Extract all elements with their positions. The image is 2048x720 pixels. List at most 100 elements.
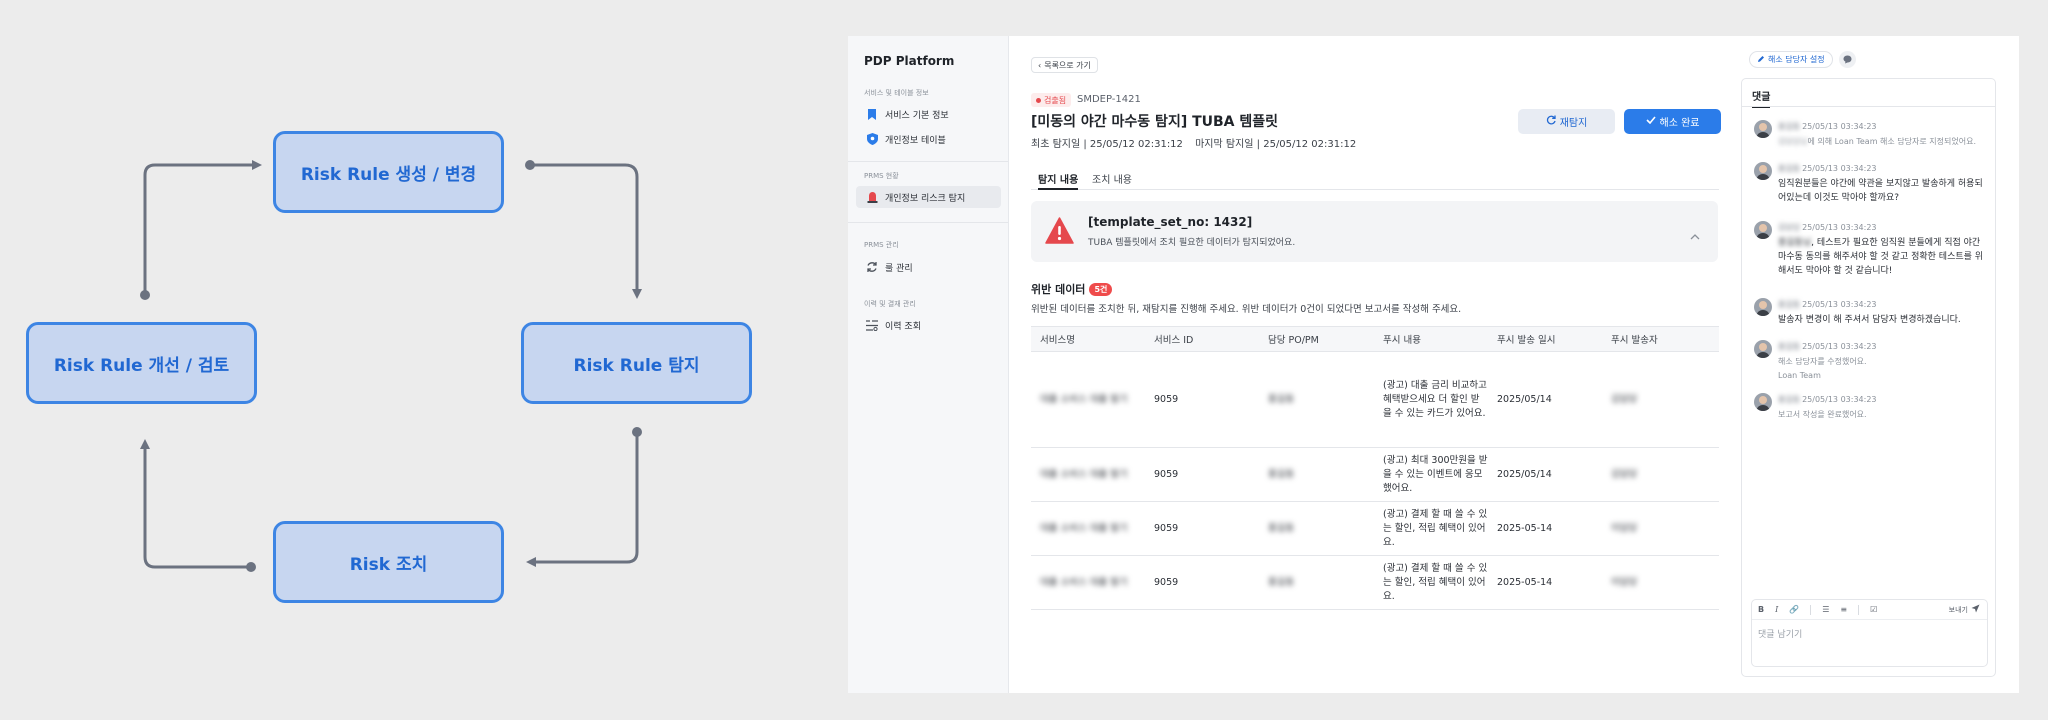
sidebar-item-history[interactable]: 이력 조회 bbox=[856, 314, 1001, 336]
tab-comments[interactable]: 댓글 bbox=[1752, 88, 1771, 108]
ordered-list-icon[interactable]: ☰ bbox=[1822, 605, 1829, 614]
table-row[interactable]: 대출 소비스 대출 발기 9059 홍길동 (광고) 대출 금리 비교하고 혜택… bbox=[1031, 351, 1719, 448]
toolbar-separator bbox=[1858, 604, 1860, 615]
chat-icon[interactable] bbox=[1838, 51, 1856, 68]
cycle-step-detect: Risk Rule 탐지 bbox=[521, 322, 752, 404]
cell-service-name: 대출 소비스 대출 발기 bbox=[1031, 447, 1145, 502]
cell-owner: 홍길동 bbox=[1259, 351, 1374, 448]
column-header: 서비스명 bbox=[1031, 326, 1145, 352]
cell-push-content: (광고) 최대 300만원을 받을 수 있는 이벤트에 응모했어요. bbox=[1374, 447, 1488, 502]
alert-description: TUBA 템플릿에서 조치 필요한 데이터가 탐지되었어요. bbox=[1088, 238, 1296, 248]
app-window: PDP Platform 서비스 및 테이블 정보 서비스 기본 정보 개인정보… bbox=[848, 36, 2019, 693]
shield-icon bbox=[865, 132, 879, 146]
assign-resolver-button[interactable]: 해소 담당자 설정 bbox=[1749, 51, 1833, 68]
sidebar-group-prms-manage: PRMS 관리 bbox=[864, 241, 899, 249]
cycle-step-review: Risk Rule 개선 / 검토 bbox=[26, 322, 257, 404]
table-row[interactable]: 대출 소비스 대출 발기 9059 홍길동 (광고) 최대 300만원을 받을 … bbox=[1031, 447, 1719, 502]
link-icon[interactable]: 🔗 bbox=[1789, 605, 1799, 614]
send-button[interactable]: 보내기 bbox=[1949, 604, 1980, 615]
column-header: 서비스 ID bbox=[1145, 326, 1259, 352]
detect-dates: 최초 탐지일 | 25/05/12 02:31:12 마지막 탐지일 | 25/… bbox=[1031, 135, 1365, 150]
tab-detection[interactable]: 탐지 내용 bbox=[1038, 171, 1079, 190]
send-icon bbox=[1971, 604, 1980, 615]
comments-divider bbox=[1742, 106, 1995, 107]
violation-count-badge: 5건 bbox=[1089, 282, 1113, 296]
bold-icon[interactable]: B bbox=[1758, 605, 1764, 614]
sidebar-group-service: 서비스 및 테이블 정보 bbox=[864, 89, 929, 97]
avatar bbox=[1754, 340, 1772, 358]
column-header: 푸시 발송 일시 bbox=[1488, 326, 1602, 352]
first-detected-date: 최초 탐지일 | 25/05/12 02:31:12 bbox=[1031, 139, 1183, 150]
cell-service-id: 9059 bbox=[1145, 555, 1259, 610]
last-detected-date: 마지막 탐지일 | 25/05/12 02:31:12 bbox=[1195, 139, 1357, 150]
cell-service-id: 9059 bbox=[1145, 501, 1259, 556]
main-content: ‹ 목록으로 가기 검출됨 SMDEP-1421 [미동의 야간 마수동 탐지]… bbox=[1031, 36, 1721, 693]
sidebar-divider bbox=[848, 161, 1008, 162]
table-header-row: 서비스명 서비스 ID 담당 PO/PM 푸시 내용 푸시 발송 일시 푸시 발… bbox=[1031, 326, 1719, 352]
comments-panel: 댓글 홍길동 25/05/13 03:34:23 김담당님에 의해 Loan Te… bbox=[1741, 78, 1996, 677]
cycle-step-create: Risk Rule 생성 / 변경 bbox=[273, 131, 504, 213]
sidebar-item-rule-manage[interactable]: 룰 관리 bbox=[856, 256, 1001, 278]
violation-table: 서비스명 서비스 ID 담당 PO/PM 푸시 내용 푸시 발송 일시 푸시 발… bbox=[1031, 326, 1719, 610]
table-row[interactable]: 대출 소비스 대출 발기 9059 홍길동 (광고) 결제 할 때 쓸 수 있는… bbox=[1031, 555, 1719, 610]
italic-icon[interactable]: I bbox=[1775, 605, 1778, 614]
sidebar-item-service-info[interactable]: 서비스 기본 정보 bbox=[856, 103, 1001, 125]
table-row[interactable]: 대출 소비스 대출 발기 9059 홍길동 (광고) 결제 할 때 쓸 수 있는… bbox=[1031, 501, 1719, 556]
status-dot bbox=[1036, 97, 1041, 103]
avatar bbox=[1754, 221, 1772, 239]
bullet-list-icon[interactable]: ≡ bbox=[1840, 605, 1847, 614]
risk-cycle-diagram: Risk Rule 생성 / 변경 Risk Rule 탐지 Risk 조치 R… bbox=[0, 0, 850, 720]
cell-owner: 홍길동 bbox=[1259, 501, 1374, 556]
comment-input[interactable]: 댓글 남기기 bbox=[1758, 627, 1802, 640]
column-header: 푸시 내용 bbox=[1374, 326, 1488, 352]
redetect-button[interactable]: 재탐지 bbox=[1518, 109, 1615, 134]
avatar bbox=[1754, 393, 1772, 411]
bookmark-icon bbox=[865, 107, 879, 121]
avatar bbox=[1754, 120, 1772, 138]
ticket-id: SMDEP-1421 bbox=[1077, 94, 1141, 105]
comment-text: 홍길동님, 테스트가 필요한 임직원 분들에게 직접 야간 마수동 동의를 해주… bbox=[1778, 238, 1984, 276]
cell-owner: 홍길동 bbox=[1259, 555, 1374, 610]
comment-editor: B I 🔗 ☰ ≡ ☑ 보내기 댓글 남기기 bbox=[1751, 599, 1988, 667]
sidebar-item-pi-table[interactable]: 개인정보 테이블 bbox=[856, 128, 1001, 150]
list-icon bbox=[865, 318, 879, 332]
cell-push-date: 2025/05/14 bbox=[1488, 447, 1602, 502]
sidebar-item-risk-detect[interactable]: 개인정보 리스크 탐지 bbox=[856, 186, 1001, 208]
comment-text: 김담당님에 의해 Loan Team 해소 담당자로 지정되었어요. bbox=[1778, 137, 1976, 146]
back-to-list-button[interactable]: ‹ 목록으로 가기 bbox=[1031, 57, 1098, 73]
refresh-icon bbox=[865, 260, 879, 274]
checklist-icon[interactable]: ☑ bbox=[1870, 605, 1877, 614]
cell-owner: 홍길동 bbox=[1259, 447, 1374, 502]
sidebar-group-prms-status: PRMS 현황 bbox=[864, 172, 899, 180]
brand-title: PDP Platform bbox=[864, 54, 955, 68]
cell-sender: 이담당 bbox=[1602, 501, 1719, 556]
chevron-up-icon[interactable] bbox=[1690, 225, 1700, 244]
comment-text: 발송자 변경이 해 주셔서 담당자 변경하겠습니다. bbox=[1778, 315, 1961, 325]
cell-sender: 김담당 bbox=[1602, 351, 1719, 448]
cell-push-content: (광고) 결제 할 때 쓸 수 있는 할인, 적립 혜택이 있어요. bbox=[1374, 555, 1488, 610]
resolve-button[interactable]: 해소 완료 bbox=[1624, 109, 1721, 134]
comment-meta: 홍길동 25/05/13 03:34:23 bbox=[1778, 164, 1877, 173]
refresh-icon bbox=[1546, 115, 1556, 128]
cycle-step-action: Risk 조치 bbox=[273, 521, 504, 603]
comment-meta: 홍길동 25/05/13 03:34:23 bbox=[1778, 342, 1877, 351]
siren-icon bbox=[865, 190, 879, 204]
cell-push-date: 2025/05/14 bbox=[1488, 351, 1602, 448]
sidebar: PDP Platform 서비스 및 테이블 정보 서비스 기본 정보 개인정보… bbox=[848, 36, 1009, 693]
cell-service-name: 대출 소비스 대출 발기 bbox=[1031, 501, 1145, 556]
warning-icon bbox=[1045, 217, 1074, 248]
status-badge: 검출됨 bbox=[1031, 93, 1072, 107]
page-title: [미동의 야간 마수동 탐지] TUBA 템플릿 bbox=[1031, 114, 1279, 130]
cell-push-content: (광고) 결제 할 때 쓸 수 있는 할인, 적립 혜택이 있어요. bbox=[1374, 501, 1488, 556]
alert-card: [template_set_no: 1432] TUBA 템플릿에서 조치 필요… bbox=[1031, 201, 1718, 262]
tab-action[interactable]: 조치 내용 bbox=[1092, 171, 1132, 190]
sidebar-group-history: 이력 및 결재 관리 bbox=[864, 300, 916, 308]
comment-text: 해소 담당자를 수정했어요. Loan Team bbox=[1778, 357, 1867, 380]
sidebar-divider bbox=[848, 222, 1008, 223]
comment-meta: 홍길동 25/05/13 03:34:23 bbox=[1778, 300, 1877, 309]
column-header: 담당 PO/PM bbox=[1259, 326, 1374, 352]
toolbar-separator bbox=[1810, 604, 1812, 615]
column-header: 푸시 발송자 bbox=[1602, 326, 1719, 352]
violation-title: 위반 데이터 5건 bbox=[1031, 281, 1113, 297]
cell-service-id: 9059 bbox=[1145, 447, 1259, 502]
